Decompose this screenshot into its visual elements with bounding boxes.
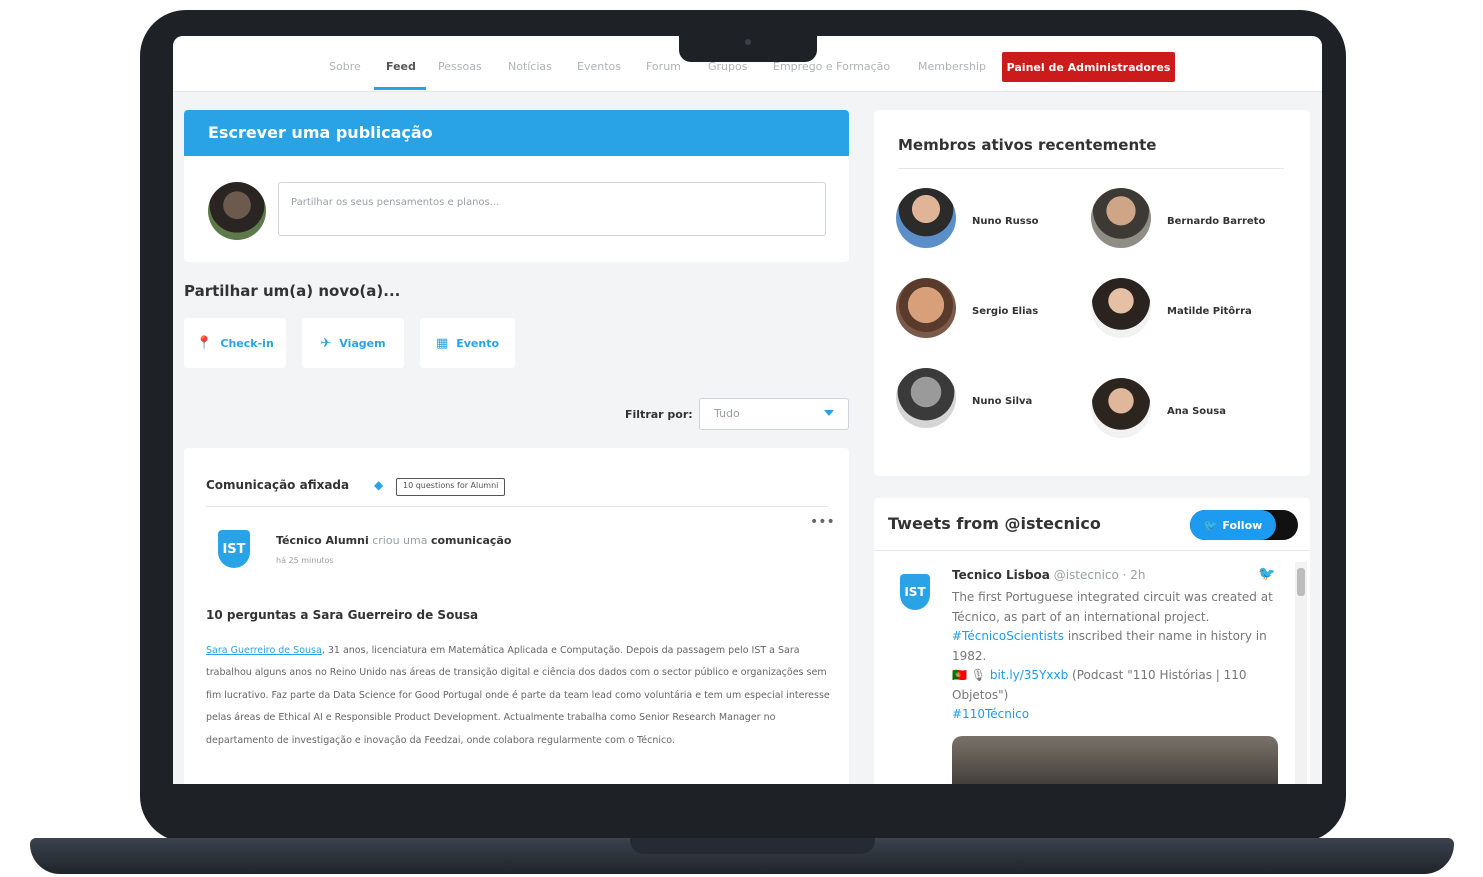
tecnico-logo-icon[interactable]: IST <box>218 530 250 568</box>
members-title: Membros ativos recentemente <box>898 136 1157 154</box>
share-title: Partilhar um(a) novo(a)... <box>184 282 401 300</box>
screen: Sobre Feed Pessoas Notícias Eventos Foru… <box>173 36 1322 784</box>
twitter-bird-icon: 🐦 <box>1203 518 1218 532</box>
member-avatar[interactable] <box>1091 378 1151 438</box>
admin-panel-button[interactable]: Painel de Administradores <box>1002 52 1175 82</box>
check-in-button[interactable]: 📍 Check-in <box>184 318 286 368</box>
post-author[interactable]: Técnico Alumni <box>276 534 369 547</box>
post-action-prefix: criou uma <box>372 534 428 547</box>
more-options-icon[interactable]: ••• <box>810 514 835 530</box>
tweets-title: Tweets from @istecnico <box>888 514 1101 533</box>
camera-icon <box>745 39 751 45</box>
feed-post-card: Comunicação afixada ◆ 10 questions for A… <box>184 448 849 784</box>
nav-item-membership[interactable]: Membership <box>918 60 986 73</box>
write-post-card: Escrever uma publicação Partilhar os seu… <box>184 110 849 262</box>
tag-icon: ◆ <box>374 478 384 492</box>
filter-selected-value: Tudo <box>714 407 740 420</box>
plane-icon: ✈ <box>320 335 332 351</box>
tecnico-logo-icon[interactable]: IST <box>900 574 930 610</box>
member-name[interactable]: Nuno Russo <box>972 216 1039 227</box>
hashtag-link[interactable]: #TécnicoScientists <box>952 629 1064 643</box>
article-text: , 31 anos, licenciatura em Matemática Ap… <box>206 645 830 746</box>
tweet-author[interactable]: Tecnico Lisboa <box>952 568 1050 582</box>
check-in-label: Check-in <box>220 336 274 350</box>
pinned-label: Comunicação afixada <box>206 478 350 492</box>
tweet-media-image[interactable] <box>952 736 1278 784</box>
nav-item-pessoas[interactable]: Pessoas <box>438 60 482 73</box>
divider <box>206 506 828 507</box>
member-avatar[interactable] <box>896 278 956 338</box>
portugal-flag-icon: 🇵🇹 <box>952 668 967 682</box>
article-title: 10 perguntas a Sara Guerreiro de Sousa <box>206 608 479 622</box>
trip-label: Viagem <box>339 336 386 350</box>
member-avatar[interactable] <box>896 188 956 248</box>
twitter-bird-icon[interactable]: 🐦 <box>1258 566 1275 582</box>
divider <box>898 168 1284 169</box>
post-action-object[interactable]: comunicação <box>431 534 511 547</box>
laptop-base-notch <box>630 838 875 854</box>
twitter-widget: Tweets from @istecnico 🐦 Follow IST Tecn… <box>874 498 1310 784</box>
member-avatar[interactable] <box>896 368 956 428</box>
nav-item-feed[interactable]: Feed <box>386 60 416 73</box>
follow-button-wrapper: 🐦 Follow <box>1190 510 1298 540</box>
current-user-avatar[interactable] <box>208 182 266 240</box>
active-tab-indicator <box>374 87 426 90</box>
filter-select[interactable]: Tudo <box>699 398 849 430</box>
post-timestamp: há 25 minutos <box>276 556 334 565</box>
post-input[interactable]: Partilhar os seus pensamentos e planos..… <box>278 182 826 236</box>
chevron-down-icon <box>824 410 834 416</box>
tweet-author-line: Tecnico Lisboa @istecnico · 2h <box>952 568 1146 582</box>
scrollbar-thumb[interactable] <box>1297 568 1305 596</box>
scrollbar[interactable] <box>1295 562 1307 784</box>
nav-item-noticias[interactable]: Notícias <box>508 60 552 73</box>
tweet-handle-time[interactable]: @istecnico · 2h <box>1054 568 1146 582</box>
calendar-icon: ▦ <box>435 335 449 351</box>
nav-item-sobre[interactable]: Sobre <box>329 60 361 73</box>
microphone-icon: 🎙 <box>970 668 987 682</box>
write-post-title: Escrever uma publicação <box>184 110 849 156</box>
tweet-link[interactable]: bit.ly/35Yxxb <box>990 668 1068 682</box>
member-avatar[interactable] <box>1091 278 1151 338</box>
map-pin-icon: 📍 <box>196 335 213 351</box>
event-button[interactable]: ▦ Evento <box>420 318 515 368</box>
active-members-card: Membros ativos recentemente Nuno Russo B… <box>874 110 1310 476</box>
event-label: Evento <box>456 336 500 350</box>
member-name[interactable]: Bernardo Barreto <box>1167 216 1265 227</box>
nav-item-eventos[interactable]: Eventos <box>577 60 621 73</box>
post-author-line: Técnico Alumni criou uma comunicação <box>276 534 511 547</box>
trip-button[interactable]: ✈ Viagem <box>302 318 404 368</box>
pinned-tag[interactable]: 10 questions for Alumni <box>396 478 506 496</box>
article-body: Sara Guerreiro de Sousa, 31 anos, licenc… <box>206 640 830 752</box>
tweet-text-part: The first Portuguese integrated circuit … <box>952 590 1273 624</box>
follow-button[interactable]: 🐦 Follow <box>1190 510 1276 540</box>
hashtag-link[interactable]: #110Técnico <box>952 707 1029 721</box>
article-person-link[interactable]: Sara Guerreiro de Sousa <box>206 645 322 656</box>
divider <box>874 550 1310 551</box>
member-name[interactable]: Ana Sousa <box>1167 406 1226 417</box>
filter-label: Filtrar por: <box>625 408 693 421</box>
member-avatar[interactable] <box>1091 188 1151 248</box>
member-name[interactable]: Sergio Elias <box>972 306 1038 317</box>
tweet-text: The first Portuguese integrated circuit … <box>952 588 1292 725</box>
follow-label: Follow <box>1222 518 1263 532</box>
webcam-notch <box>679 36 817 62</box>
member-name[interactable]: Matilde Pitôrra <box>1167 306 1252 317</box>
member-name[interactable]: Nuno Silva <box>972 396 1032 407</box>
nav-item-forum[interactable]: Forum <box>646 60 681 73</box>
